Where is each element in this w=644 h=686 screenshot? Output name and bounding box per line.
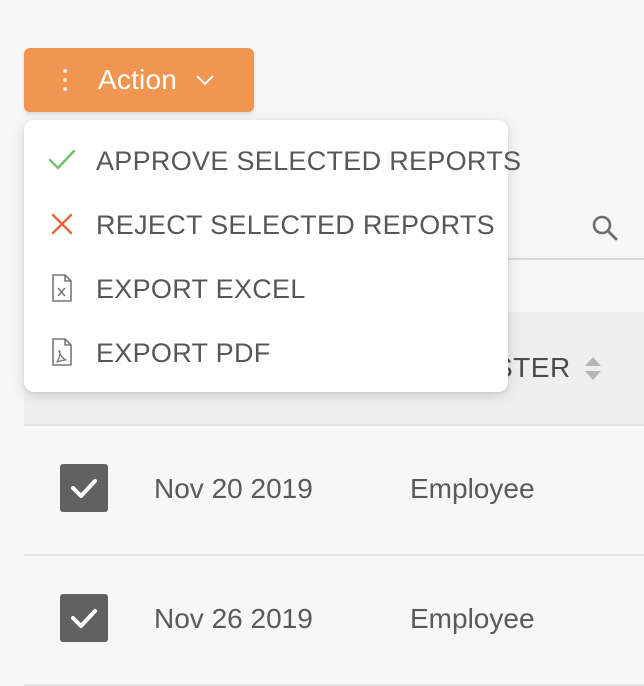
table-row[interactable]: Nov 20 2019 Employee [24,426,644,556]
table-row[interactable]: Nov 26 2019 Employee [24,556,644,686]
search-icon[interactable] [591,214,619,247]
cell-requester: Employee [410,473,535,504]
check-icon [71,479,97,498]
close-icon [48,210,76,238]
chevron-down-icon [195,73,215,87]
menu-item-reject[interactable]: REJECT SELECTED REPORTS [24,192,508,256]
action-label: Action [98,64,178,95]
menu-item-label: APPROVE SELECTED REPORTS [96,146,522,176]
pdf-file-icon [48,338,76,366]
menu-item-label: REJECT SELECTED REPORTS [96,210,495,240]
menu-item-label: EXPORT EXCEL [96,274,306,304]
row-checkbox[interactable] [60,594,108,642]
action-button[interactable]: Action [24,48,254,112]
cell-requester: Employee [410,603,535,634]
excel-file-icon [48,274,76,302]
action-dropdown-menu: APPROVE SELECTED REPORTS REJECT SELECTED… [24,120,521,392]
check-icon [71,609,97,628]
menu-item-label: EXPORT PDF [96,338,271,368]
menu-item-export-excel[interactable]: EXPORT EXCEL [24,256,508,320]
cell-date: Nov 20 2019 [154,473,313,504]
check-icon [48,146,76,174]
cell-date: Nov 26 2019 [154,603,313,634]
menu-item-approve[interactable]: APPROVE SELECTED REPORTS [24,128,521,192]
menu-item-export-pdf[interactable]: EXPORT PDF [24,320,508,384]
sort-icon[interactable] [584,356,602,387]
kebab-icon [62,69,68,91]
row-checkbox[interactable] [60,464,108,512]
